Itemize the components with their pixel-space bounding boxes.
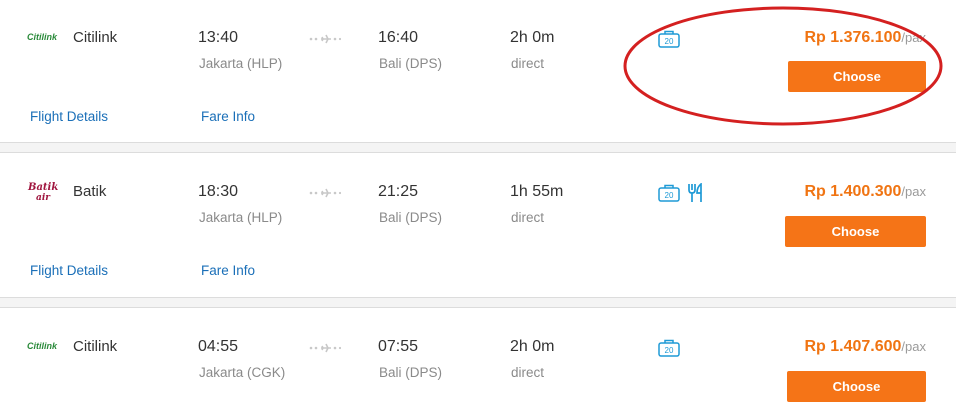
- price-unit: /pax: [901, 184, 926, 199]
- meal-icon: [688, 183, 702, 202]
- price: Rp 1.407.600/pax: [804, 338, 926, 356]
- svg-text:20: 20: [665, 191, 674, 200]
- arrival-time: 07:55: [378, 338, 419, 355]
- airline-name: Batik: [73, 183, 107, 200]
- svg-text:20: 20: [665, 37, 674, 46]
- flight-card: Batik air Batik 18:30 Jakarta (HLP) 21:2…: [0, 154, 956, 298]
- citilink-logo: Citilink: [27, 32, 58, 42]
- svg-text:Citilink: Citilink: [27, 32, 58, 42]
- card-separator: [0, 297, 956, 308]
- departure-airport: Jakarta (CGK): [199, 365, 286, 380]
- card-separator: [0, 142, 956, 153]
- fare-info-link[interactable]: Fare Info: [201, 109, 255, 124]
- stops-label: direct: [511, 365, 545, 380]
- flight-duration: 1h 55m: [510, 183, 564, 200]
- flight-duration: 2h 0m: [510, 29, 555, 46]
- airline-name: Citilink: [73, 29, 118, 46]
- price: Rp 1.400.300/pax: [804, 183, 926, 201]
- flight-details-link[interactable]: Flight Details: [30, 109, 108, 124]
- flight-card: Citilink Citilink 04:55 Jakarta (CGK) 07…: [0, 309, 956, 415]
- price: Rp 1.376.100/pax: [804, 29, 926, 47]
- plane-route-icon: [309, 343, 341, 353]
- svg-text:Citilink: Citilink: [27, 341, 58, 351]
- svg-text:20: 20: [665, 346, 674, 355]
- price-amount: Rp 1.376.100: [804, 29, 902, 46]
- batik-air-logo: Batik air: [27, 182, 58, 203]
- price-amount: Rp 1.400.300: [804, 183, 902, 200]
- arrival-time: 21:25: [378, 183, 419, 200]
- flight-card: Citilink Citilink 13:40 Jakarta (HLP) 16…: [0, 0, 956, 143]
- baggage-icon: 20: [658, 339, 680, 357]
- arrival-airport: Bali (DPS): [379, 210, 443, 225]
- arrival-airport: Bali (DPS): [379, 365, 443, 380]
- flight-details-link[interactable]: Flight Details: [30, 263, 108, 278]
- plane-route-icon: [309, 34, 341, 44]
- departure-airport: Jakarta (HLP): [199, 56, 283, 71]
- arrival-time: 16:40: [378, 29, 419, 46]
- baggage-icon: 20: [658, 30, 680, 48]
- svg-text:Batik: Batik: [27, 182, 58, 193]
- flight-duration: 2h 0m: [510, 338, 555, 355]
- choose-button[interactable]: Choose: [787, 371, 926, 402]
- citilink-logo: Citilink: [27, 341, 58, 351]
- choose-button[interactable]: Choose: [785, 216, 926, 247]
- stops-label: direct: [511, 56, 545, 71]
- departure-time: 04:55: [198, 338, 239, 355]
- departure-time: 18:30: [198, 183, 239, 200]
- plane-route-icon: [309, 188, 341, 198]
- arrival-airport: Bali (DPS): [379, 56, 443, 71]
- fare-info-link[interactable]: Fare Info: [201, 263, 255, 278]
- departure-time: 13:40: [198, 29, 239, 46]
- departure-airport: Jakarta (HLP): [199, 210, 283, 225]
- choose-button[interactable]: Choose: [788, 61, 926, 92]
- baggage-icon: 20: [658, 184, 680, 202]
- price-unit: /pax: [901, 30, 926, 45]
- price-amount: Rp 1.407.600: [804, 338, 902, 355]
- price-unit: /pax: [901, 339, 926, 354]
- airline-name: Citilink: [73, 338, 118, 355]
- svg-text:air: air: [36, 193, 51, 203]
- stops-label: direct: [511, 210, 545, 225]
